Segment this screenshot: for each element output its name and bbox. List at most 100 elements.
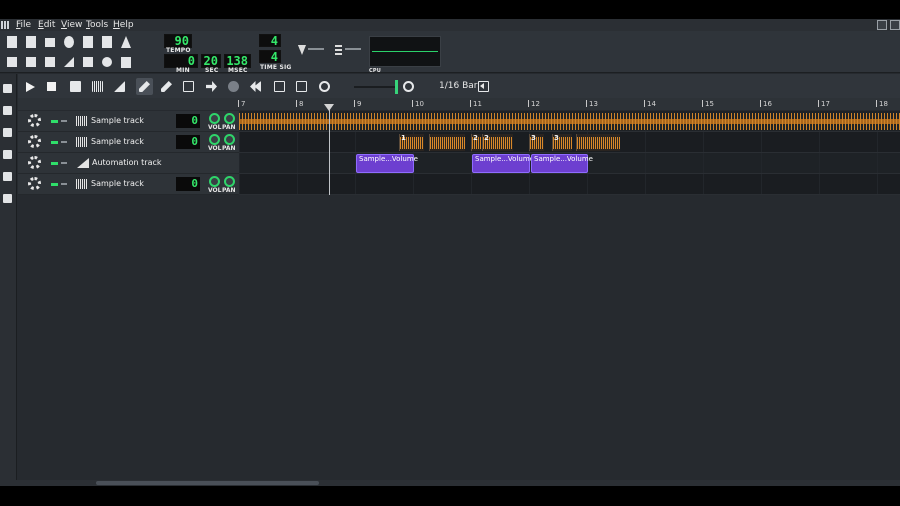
sample-clip[interactable]: 3 <box>552 134 572 151</box>
track-name[interactable]: Sample track <box>91 116 144 125</box>
track-volume-lcd[interactable]: 0 <box>176 114 200 128</box>
sidebar-samples-button[interactable] <box>3 128 14 138</box>
bar-number: 13 <box>586 100 598 108</box>
mute-toggle[interactable] <box>51 162 58 165</box>
remove-bar-button[interactable] <box>293 78 310 95</box>
solo-toggle[interactable] <box>61 183 67 185</box>
auto-scroll-button[interactable] <box>203 78 220 95</box>
track-name[interactable]: Sample track <box>91 137 144 146</box>
track-settings-gear-icon[interactable] <box>28 177 41 190</box>
sample-clip[interactable]: 2 <box>471 134 481 151</box>
play-button[interactable] <box>21 78 38 95</box>
mute-toggle[interactable] <box>51 120 58 123</box>
add-automation-track-button[interactable] <box>111 78 128 95</box>
track-lane[interactable]: Sample...Volume Sample...Volume Sample..… <box>239 153 900 174</box>
zoom-slider[interactable] <box>354 86 398 88</box>
solo-toggle[interactable] <box>61 141 67 143</box>
proportional-snap-button[interactable] <box>475 78 492 95</box>
tempo-lcd[interactable]: 90 <box>164 34 192 48</box>
automation-clip[interactable]: Sample...Volume <box>356 154 418 173</box>
menu-help[interactable]: Help <box>113 20 134 30</box>
stop-behaviour-button[interactable] <box>247 78 264 95</box>
master-pitch-slider[interactable] <box>345 48 361 50</box>
sample-clip[interactable]: 2 <box>482 134 513 151</box>
export-tracks-button[interactable] <box>119 35 133 49</box>
mute-toggle[interactable] <box>51 183 58 186</box>
track-settings-gear-icon[interactable] <box>28 156 41 169</box>
solo-toggle[interactable] <box>61 120 67 122</box>
draw-mode-button[interactable] <box>136 78 153 95</box>
bar-number: 9 <box>353 100 362 108</box>
track-lane[interactable]: 1 2 2 3 3 <box>239 132 900 153</box>
stop-button[interactable] <box>43 78 60 95</box>
export-button[interactable] <box>100 35 114 49</box>
mute-toggle[interactable] <box>51 141 58 144</box>
save-project-button[interactable] <box>81 35 95 49</box>
cpu-line <box>372 51 438 52</box>
track-lane[interactable] <box>239 174 900 195</box>
sample-clip[interactable] <box>576 134 620 151</box>
insert-bar-button[interactable] <box>271 78 288 95</box>
sidebar-instruments-button[interactable] <box>3 84 14 94</box>
close-window-button[interactable] <box>890 20 900 30</box>
pan-knob[interactable] <box>224 113 235 124</box>
track-row: Sample track 0 VOL PAN 1 2 2 3 3 <box>18 132 900 153</box>
automation-clip[interactable]: Sample...Volume <box>531 154 593 173</box>
knife-mode-button[interactable] <box>158 78 175 95</box>
sidebar-presets-button[interactable] <box>3 150 14 160</box>
zoom-button[interactable] <box>316 78 333 95</box>
sample-clip[interactable] <box>429 134 465 151</box>
sample-clip[interactable]: 1 <box>399 134 424 151</box>
track-name[interactable]: Automation track <box>92 158 162 167</box>
loop-points-button[interactable] <box>225 78 242 95</box>
restore-window-button[interactable] <box>877 20 887 30</box>
automation-editor-button[interactable] <box>62 55 76 69</box>
new-project-button[interactable] <box>5 35 19 49</box>
controller-rack-button[interactable] <box>100 55 114 69</box>
quantize-icon-button <box>400 78 417 95</box>
sidebar-projects-button[interactable] <box>3 106 14 116</box>
piano-roll-button[interactable] <box>43 55 57 69</box>
mixer-button[interactable] <box>81 55 95 69</box>
quantize-select[interactable]: 1/16 Bar <box>439 81 477 91</box>
add-beat-track-button[interactable] <box>67 78 84 95</box>
timesig-denominator-lcd[interactable]: 4 <box>259 50 281 64</box>
controller-knob-icon <box>102 57 112 67</box>
horizontal-scrollbar[interactable] <box>0 480 900 486</box>
scrollbar-thumb[interactable] <box>96 481 319 485</box>
volume-knob[interactable] <box>209 176 220 187</box>
volume-knob[interactable] <box>209 134 220 145</box>
open-project-button[interactable] <box>43 35 57 49</box>
track-settings-gear-icon[interactable] <box>28 114 41 127</box>
new-from-template-button[interactable] <box>24 35 38 49</box>
sidebar-computer-button[interactable] <box>3 194 14 204</box>
master-volume-slider[interactable] <box>308 48 324 50</box>
recent-projects-button[interactable] <box>62 35 76 49</box>
track-name[interactable]: Sample track <box>91 179 144 188</box>
pan-knob[interactable] <box>224 176 235 187</box>
song-editor-button[interactable] <box>5 55 19 69</box>
menu-edit[interactable]: Edit <box>38 20 55 30</box>
zoom-slider-handle[interactable] <box>395 80 398 94</box>
menu-file[interactable]: File <box>16 20 31 30</box>
menu-view[interactable]: View <box>61 20 82 30</box>
beat-editor-button[interactable] <box>24 55 38 69</box>
solo-toggle[interactable] <box>61 162 67 164</box>
select-mode-button[interactable] <box>180 78 197 95</box>
sample-clip[interactable]: 3 <box>529 134 544 151</box>
project-notes-button[interactable] <box>119 55 133 69</box>
track-settings-gear-icon[interactable] <box>28 135 41 148</box>
sidebar-home-button[interactable] <box>3 172 14 182</box>
master-pitch-icon <box>335 45 342 55</box>
timesig-numerator-lcd[interactable]: 4 <box>259 34 281 48</box>
volume-knob[interactable] <box>209 113 220 124</box>
add-sample-track-button[interactable] <box>89 78 106 95</box>
timeline-ruler[interactable]: 7 8 9 10 11 12 13 14 15 16 17 18 <box>18 98 900 110</box>
menu-tools[interactable]: Tools <box>86 20 108 30</box>
track-volume-lcd[interactable]: 0 <box>176 177 200 191</box>
sample-waveform[interactable] <box>239 113 900 130</box>
automation-clip[interactable]: Sample...Volume <box>472 154 534 173</box>
track-lane[interactable] <box>239 111 900 132</box>
pan-knob[interactable] <box>224 134 235 145</box>
track-volume-lcd[interactable]: 0 <box>176 135 200 149</box>
